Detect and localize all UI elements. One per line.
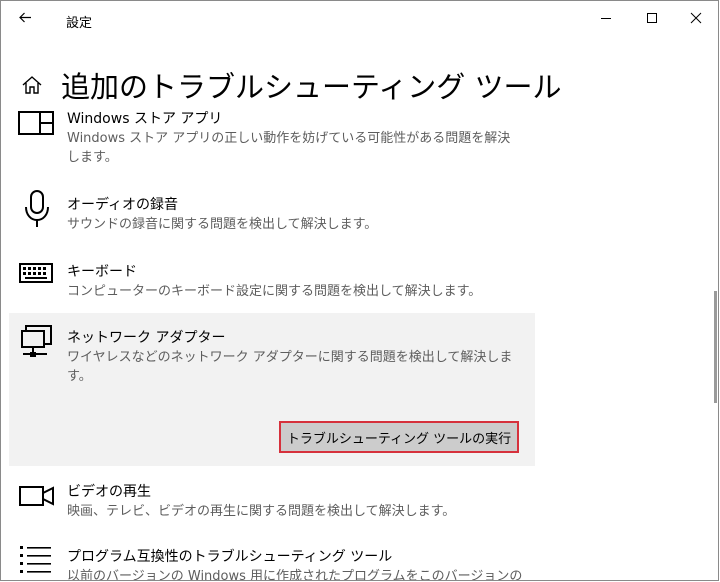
page-title: 追加のトラブルシューティング ツール (61, 70, 562, 104)
item-name: キーボード (67, 264, 137, 280)
troubleshooter-item-network-adapter[interactable]: ネットワーク アダプター ワイヤレスなどのネットワーク アダプターに関する問題を… (9, 313, 535, 466)
item-name: ネットワーク アダプター (67, 330, 226, 346)
item-description: ワイヤレスなどのネットワーク アダプターに関する問題を検出して解決します。 (67, 350, 513, 384)
back-button[interactable] (15, 7, 37, 29)
troubleshooter-item-program-compatibility[interactable]: プログラム互換性のトラブルシューティング ツール 以前のバージョンの Windo… (9, 542, 535, 581)
maximize-icon (647, 13, 657, 23)
troubleshooter-item-video-playback[interactable]: ビデオの再生 映画、テレビ、ビデオの再生に関する問題を検出して解決します。 (9, 476, 535, 532)
home-icon[interactable] (20, 73, 44, 97)
scrollbar-thumb[interactable] (714, 291, 717, 403)
back-arrow-icon (19, 12, 31, 23)
settings-window: 設定 追加のトラブルシューティング ツール Windows ストア アプリ Wi… (0, 0, 719, 581)
video-camera-icon (19, 486, 54, 506)
keyboard-icon (19, 263, 53, 283)
item-name: オーディオの録音 (67, 197, 179, 213)
network-adapter-icon (21, 325, 52, 357)
close-button[interactable] (679, 7, 713, 29)
item-description: コンピューターのキーボード設定に関する問題を検出して解決します。 (67, 284, 482, 299)
troubleshooter-item-audio-recording[interactable]: オーディオの録音 サウンドの録音に関する問題を検出して解決します。 (9, 187, 535, 245)
item-name: プログラム互換性のトラブルシューティング ツール (67, 549, 393, 565)
title-bar: 設定 (1, 1, 718, 35)
close-icon (690, 12, 702, 24)
troubleshooter-item-store-apps[interactable]: Windows ストア アプリ Windows ストア アプリの正しい動作を妨げ… (9, 107, 535, 175)
microphone-icon (25, 190, 49, 227)
item-name: Windows ストア アプリ (67, 111, 223, 127)
item-name: ビデオの再生 (67, 484, 151, 500)
maximize-button[interactable] (635, 7, 669, 29)
page-header: 追加のトラブルシューティング ツール (1, 61, 718, 107)
troubleshooter-item-keyboard[interactable]: キーボード コンピューターのキーボード設定に関する問題を検出して解決します。 (9, 256, 535, 308)
store-app-icon (18, 111, 54, 135)
run-troubleshooter-button[interactable]: トラブルシューティング ツールの実行 (279, 421, 519, 453)
minimize-button[interactable] (589, 7, 623, 29)
item-description: Windows ストア アプリの正しい動作を妨げている可能性がある問題を解決しま… (67, 131, 511, 165)
program-list-icon (20, 546, 51, 573)
window-title: 設定 (66, 16, 93, 31)
item-description: 映画、テレビ、ビデオの再生に関する問題を検出して解決します。 (67, 504, 456, 519)
item-description: サウンドの録音に関する問題を検出して解決します。 (67, 217, 378, 232)
item-description: 以前のバージョンの Windows 用に作成されたプログラムをこのバージョンの (67, 569, 523, 581)
minimize-icon (601, 18, 611, 19)
